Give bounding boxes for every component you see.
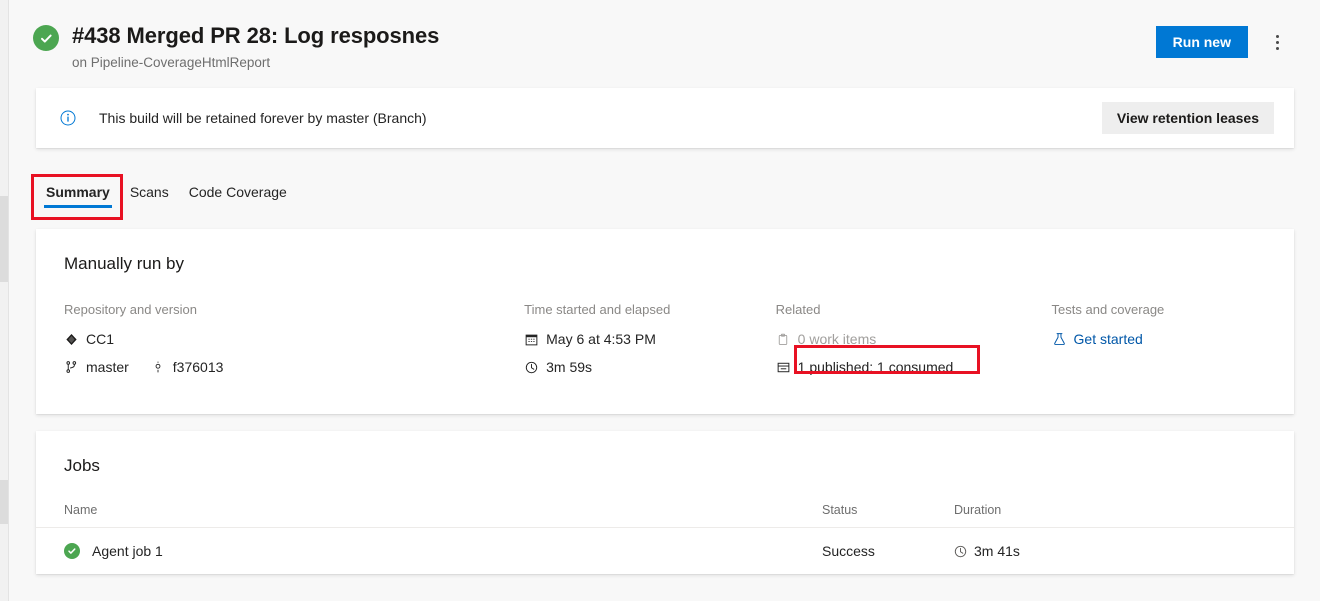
commit-icon <box>151 360 166 375</box>
left-scroll-gutter[interactable] <box>0 0 9 601</box>
success-check-icon <box>33 25 59 51</box>
elapsed-row: 3m 59s <box>524 356 776 378</box>
page-title: #438 Merged PR 28: Log resposnes <box>72 22 1156 50</box>
repository-name: CC1 <box>86 328 114 350</box>
commit-row[interactable]: f376013 <box>151 356 224 378</box>
tests-column: Tests and coverage Get started <box>1052 301 1266 384</box>
beaker-icon <box>1052 332 1067 347</box>
work-items-row[interactable]: 0 work items <box>776 328 1052 350</box>
branch-and-commit-row: master f376013 <box>64 356 524 378</box>
repository-name-row[interactable]: CC1 <box>64 328 524 350</box>
artifacts-value: 1 published; 1 consumed <box>798 356 954 378</box>
jobs-heading: Jobs <box>36 431 1294 477</box>
kebab-menu-icon[interactable] <box>1262 26 1292 58</box>
job-duration: 3m 41s <box>974 543 1020 559</box>
jobs-card: Jobs Name Status Duration Agent job 1 Su… <box>36 431 1294 574</box>
time-column: Time started and elapsed May 6 at 4:53 P… <box>524 301 776 384</box>
branch-row[interactable]: master <box>64 356 129 378</box>
repository-column-label: Repository and version <box>64 301 524 318</box>
artifacts-row[interactable]: 1 published; 1 consumed <box>776 356 1052 378</box>
scrollbar-thumb[interactable] <box>0 196 8 282</box>
artifact-box-icon <box>776 360 791 375</box>
tab-summary[interactable]: Summary <box>36 177 120 217</box>
time-column-label: Time started and elapsed <box>524 301 776 318</box>
azure-repos-icon <box>64 332 79 347</box>
retention-banner: This build will be retained forever by m… <box>36 88 1294 148</box>
job-duration-cell: 3m 41s <box>954 543 1114 559</box>
tabs-container: Summary Scans Code Coverage <box>9 177 1320 221</box>
page-subtitle: on Pipeline-CoverageHtmlReport <box>72 54 1156 72</box>
table-row[interactable]: Agent job 1 Success 3m 41s <box>36 528 1294 574</box>
summary-heading: Manually run by <box>64 253 1266 275</box>
tab-code-coverage[interactable]: Code Coverage <box>179 177 297 217</box>
related-column-label: Related <box>776 301 1052 318</box>
run-new-button[interactable]: Run new <box>1156 26 1248 58</box>
column-header-duration: Duration <box>954 503 1114 517</box>
header-actions: Run new <box>1156 26 1294 58</box>
related-column: Related 0 work items <box>776 301 1052 384</box>
job-name-cell: Agent job 1 <box>64 543 822 559</box>
tests-column-label: Tests and coverage <box>1052 301 1266 318</box>
header-text-block: #438 Merged PR 28: Log resposnes on Pipe… <box>72 22 1156 72</box>
success-check-icon <box>64 543 80 559</box>
commit-sha: f376013 <box>173 356 224 378</box>
repository-column: Repository and version CC1 <box>64 301 524 384</box>
view-retention-leases-button[interactable]: View retention leases <box>1102 102 1274 134</box>
clipboard-icon <box>776 332 791 347</box>
calendar-icon <box>524 332 539 347</box>
time-started-row: May 6 at 4:53 PM <box>524 328 776 350</box>
summary-card: Manually run by Repository and version C… <box>36 229 1294 414</box>
elapsed-value: 3m 59s <box>546 356 592 378</box>
get-started-link-row[interactable]: Get started <box>1052 328 1266 350</box>
page-header: #438 Merged PR 28: Log resposnes on Pipe… <box>9 0 1320 88</box>
clock-icon <box>954 545 967 558</box>
job-status: Success <box>822 543 954 559</box>
info-icon <box>60 110 76 126</box>
column-header-status: Status <box>822 503 954 517</box>
time-started-value: May 6 at 4:53 PM <box>546 328 656 350</box>
tab-scans[interactable]: Scans <box>120 177 179 217</box>
scrollbar-thumb-secondary[interactable] <box>0 480 8 524</box>
branch-name: master <box>86 356 129 378</box>
jobs-table-header: Name Status Duration <box>36 477 1294 528</box>
branch-icon <box>64 360 79 375</box>
get-started-link: Get started <box>1074 328 1143 350</box>
pipeline-run-page: #438 Merged PR 28: Log resposnes on Pipe… <box>9 0 1320 601</box>
work-items-value: 0 work items <box>798 328 877 350</box>
job-name: Agent job 1 <box>92 543 163 559</box>
clock-icon <box>524 360 539 375</box>
column-header-name: Name <box>64 503 822 517</box>
retention-message: This build will be retained forever by m… <box>99 110 1102 126</box>
